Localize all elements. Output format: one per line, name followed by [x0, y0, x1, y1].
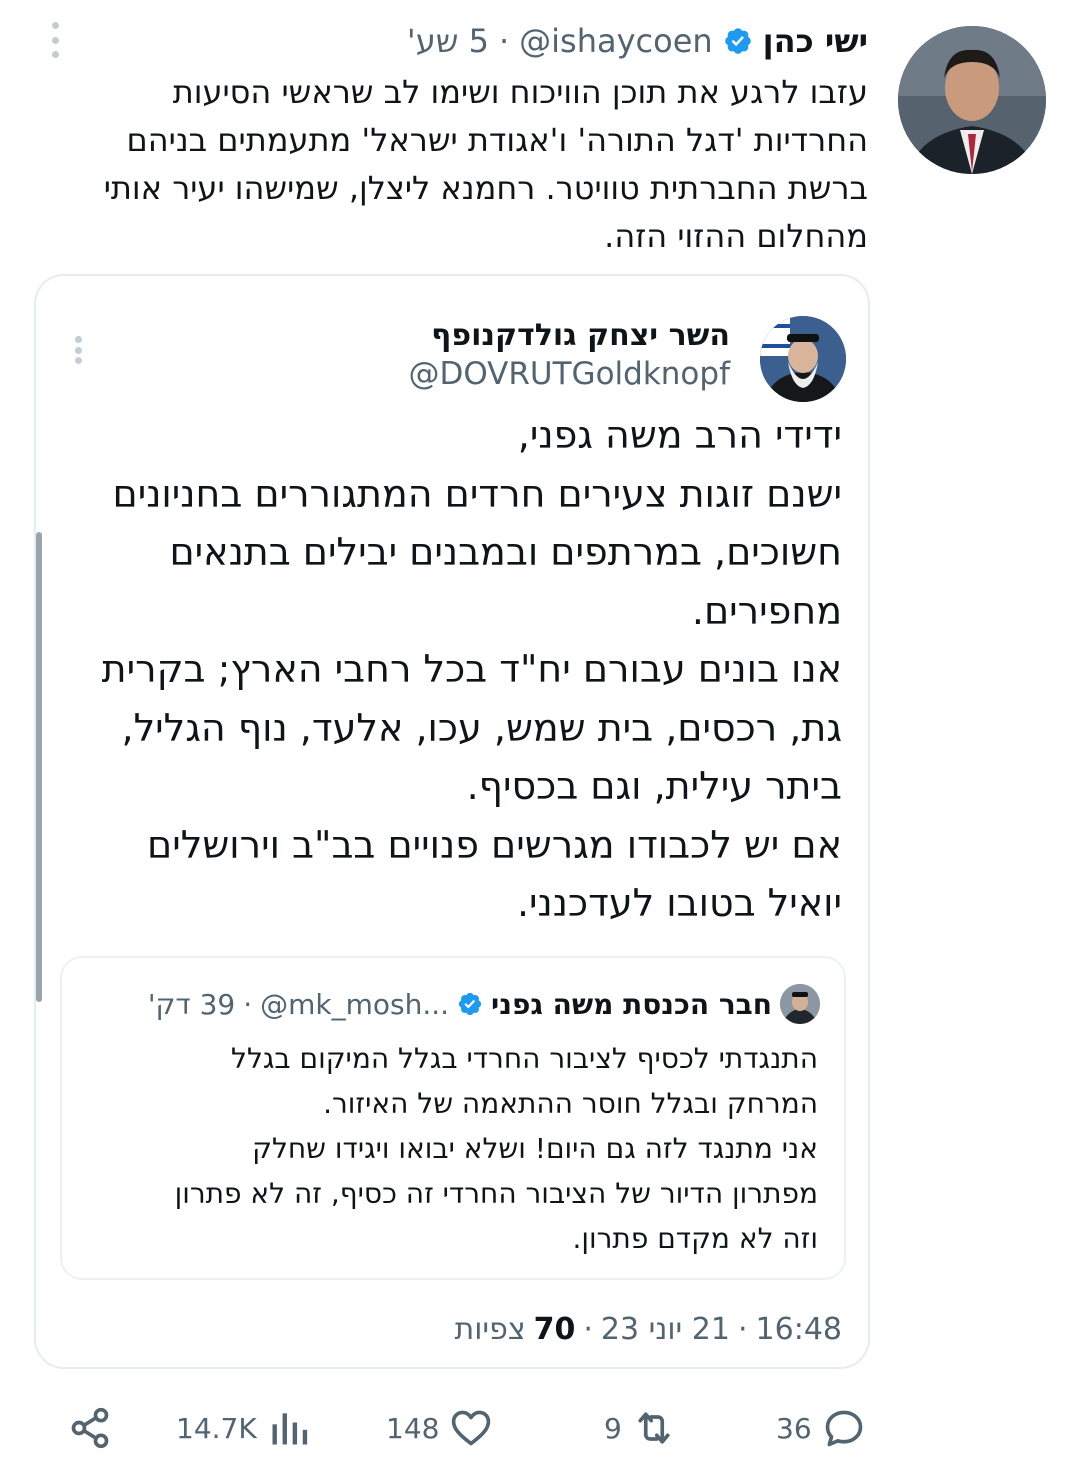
- nested-tweet-time[interactable]: 39 דק': [148, 988, 235, 1021]
- tweet-body-line: ברשת החברתית טוויטר. רחמנא ליצלן, שמישהו…: [103, 169, 868, 207]
- avatar-image: [898, 26, 1046, 174]
- nested-author-avatar[interactable]: [780, 984, 820, 1024]
- quote-views-label: צפיות: [454, 1311, 526, 1347]
- share-icon: [71, 1407, 109, 1449]
- nested-body-line: מפתרון הדיור של הציבור החרדי זה כסיף, זה…: [174, 1177, 818, 1210]
- like-button[interactable]: 148: [386, 1396, 493, 1460]
- share-button[interactable]: [68, 1396, 112, 1460]
- quote-body-line: אנו בונים עבורם יח"ד בכל רחבי הארץ; בקרי…: [101, 647, 842, 691]
- nested-tweet-header: חבר הכנסת משה גפני @mk_mosh... · 39 דק': [148, 980, 820, 1028]
- separator-dot: ·: [498, 22, 510, 60]
- quote-body-line: חשוכים, במרתפים ובמבנים יבילים בתנאים: [169, 530, 842, 574]
- quote-body-line: יואיל בטובו לעדכנני.: [516, 881, 842, 925]
- quote-author-name[interactable]: השר יצחק גולדקנופף: [431, 318, 730, 353]
- nested-body-line: אני מתנגד לזה גם היום! ושלא יבואו ויגידו…: [252, 1132, 818, 1165]
- tweet-header: ישי כהן @ishaycoen · 5 שע': [407, 14, 868, 68]
- retweet-icon: [638, 1412, 670, 1444]
- quote-timestamp[interactable]: 16:48: [756, 1312, 842, 1347]
- like-count: 148: [386, 1411, 440, 1445]
- separator-dot: ·: [583, 1311, 593, 1347]
- quote-more-options-icon[interactable]: [70, 336, 86, 364]
- nested-author-name[interactable]: חבר הכנסת משה גפני: [491, 988, 772, 1021]
- reply-bubble-icon: [825, 1410, 862, 1447]
- quote-meta-row: 16:48 · 21 יוני 23 · 70 צפיות: [454, 1306, 842, 1352]
- views-count: 14.7K: [176, 1411, 257, 1445]
- quote-body-line: אם יש לכבודו מגרשים פנויים בב"ב וירושלים: [147, 822, 842, 867]
- retweet-button[interactable]: 9: [604, 1396, 676, 1460]
- views-button[interactable]: 14.7K: [176, 1396, 311, 1460]
- avatar-image: [780, 984, 820, 1024]
- quote-author-avatar[interactable]: [760, 316, 846, 402]
- quote-body-line: ביתר עילית, וגם בכסיף.: [466, 764, 842, 808]
- tweet-time[interactable]: 5 שע': [407, 22, 489, 60]
- tweet-body-line: החרדיות 'דגל התורה' ו'אגודת ישראל' מתעמת…: [126, 121, 868, 159]
- quote-body-line: גת, רכסים, בית שמש, עכו, אלעד, נוף הגליל…: [121, 705, 843, 750]
- quoted-tweet-card[interactable]: השר יצחק גולדקנופף @DOVRUTGoldknopf ידיד…: [34, 274, 870, 1369]
- quote-body: ידידי הרב משה גפני, ישנם זוגות צעירים חר…: [62, 406, 842, 933]
- nested-body-line: המרחק ובגלל חוסר ההתאמה של האיזור.: [323, 1087, 818, 1120]
- nested-body-line: וזה לא מקדם פתרון.: [572, 1222, 818, 1255]
- verified-badge-icon: [458, 992, 482, 1016]
- views-chart-icon: [272, 1413, 307, 1445]
- quote-author-handle[interactable]: @DOVRUTGoldknopf: [408, 356, 730, 392]
- nested-body-line: התנגדתי לכסיף לציבור החרדי בגלל המיקום ב…: [231, 1042, 818, 1075]
- quote-views-count: 70: [533, 1311, 576, 1347]
- nested-quoted-tweet[interactable]: חבר הכנסת משה גפני @mk_mosh... · 39 דק' …: [60, 956, 846, 1280]
- tweet-body-line: מהחלום ההזוי הזה.: [604, 217, 868, 255]
- author-avatar[interactable]: [898, 26, 1046, 174]
- tweet-body-line: עזבו לרגע את תוכן הוויכוח ושימו לב שראשי…: [172, 73, 868, 111]
- avatar-image: [760, 316, 846, 402]
- quote-body-line: מחפירים.: [691, 588, 842, 633]
- quote-date[interactable]: 21 יוני 23: [601, 1312, 730, 1347]
- nested-tweet-body: התנגדתי לכסיף לציבור החרדי בגלל המיקום ב…: [98, 1036, 818, 1261]
- nested-author-handle[interactable]: @mk_mosh...: [260, 988, 449, 1021]
- retweet-count: 9: [604, 1411, 622, 1445]
- reply-button[interactable]: 36: [776, 1396, 866, 1460]
- more-options-icon[interactable]: [44, 22, 66, 58]
- action-bar: 14.7K 148 9 36: [0, 1396, 1080, 1460]
- quote-body-line: ידידי הרב משה גפני,: [517, 413, 842, 457]
- reply-count: 36: [776, 1411, 812, 1445]
- separator-dot: ·: [243, 987, 253, 1021]
- author-name[interactable]: ישי כהן: [763, 22, 868, 60]
- heart-icon: [452, 1410, 491, 1446]
- quote-body-line: ישנם זוגות צעירים חרדים המתגוררים בחניונ…: [112, 471, 843, 516]
- separator-dot: ·: [737, 1311, 748, 1347]
- author-handle[interactable]: @ishaycoen: [519, 22, 713, 60]
- verified-badge-icon: [724, 28, 751, 54]
- scrollbar[interactable]: [36, 532, 42, 1002]
- tweet-body: עזבו לרגע את תוכן הוויכוח ושימו לב שראשי…: [48, 68, 868, 260]
